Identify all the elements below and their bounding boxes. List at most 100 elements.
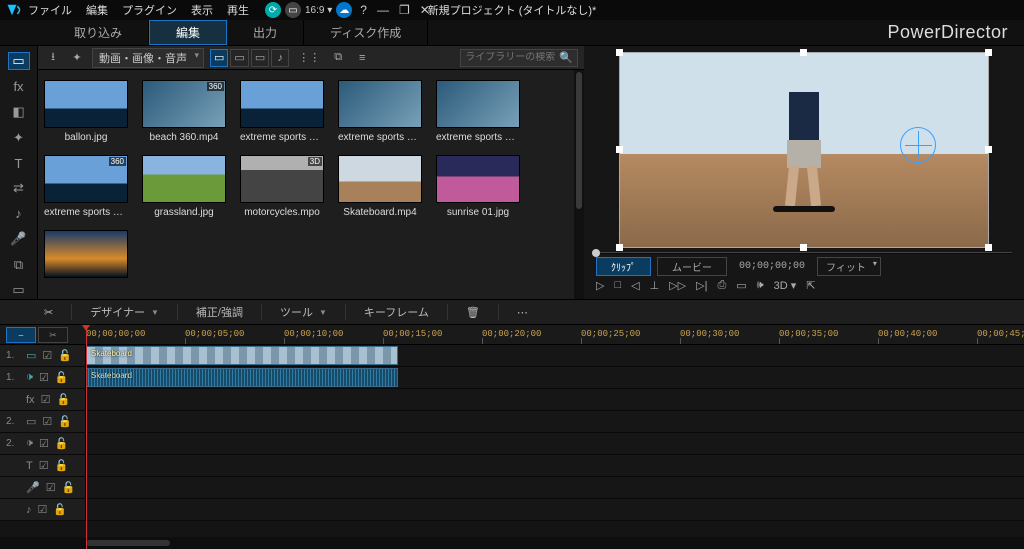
track-body[interactable] — [86, 477, 1024, 498]
search-input[interactable] — [465, 52, 555, 63]
media-item[interactable]: 360extreme sports 04... — [44, 155, 128, 218]
track-head[interactable]: 2.🕩☑🔓 — [0, 433, 86, 454]
title-room-icon[interactable]: T — [8, 154, 30, 171]
audio-room-icon[interactable]: ♪ — [8, 205, 30, 222]
media-item[interactable]: extreme sports 02... — [338, 80, 422, 143]
track-head[interactable]: 2.▭☑🔓 — [0, 411, 86, 432]
tl-tool-keyframe[interactable]: キーフレーム — [364, 304, 429, 320]
menu-play[interactable]: 再生 — [227, 2, 249, 18]
track-enable-icon[interactable]: ☑ — [42, 415, 52, 428]
handle-sw[interactable] — [616, 244, 623, 251]
handle-se[interactable] — [985, 244, 992, 251]
track-head[interactable]: 🎤☑🔓 — [0, 477, 86, 498]
track-lock-icon[interactable]: 🔓 — [58, 415, 72, 428]
tl-tool-trash[interactable]: ✂ — [44, 306, 53, 319]
sort-button[interactable]: ⋮⋮ — [295, 49, 323, 67]
view-all[interactable]: ▭ — [210, 49, 228, 67]
ruler-mode-clip[interactable]: ⎯ — [6, 327, 36, 343]
minimize-icon[interactable]: — — [377, 3, 389, 17]
track-body[interactable] — [86, 433, 1024, 454]
next-icon[interactable]: ▷| — [696, 279, 707, 292]
preview-mode-clip[interactable]: ｸﾘｯﾌﾟ — [596, 257, 651, 276]
transition-room-icon[interactable]: ⇄ — [8, 180, 30, 197]
badge-1-icon[interactable]: ⟳ — [265, 2, 281, 18]
handle-n[interactable] — [800, 49, 807, 56]
particle-room-icon[interactable]: ✦ — [8, 129, 30, 146]
handle-nw[interactable] — [616, 49, 623, 56]
tl-tool-delete[interactable]: 🗑 — [466, 306, 480, 319]
timeline-ruler[interactable]: ⎯ ✂ 00;00;00;0000;00;05;0000;00;10;0000;… — [0, 325, 1024, 345]
tl-tool-fix[interactable]: 補正/強調 — [196, 304, 243, 320]
menu-plugin[interactable]: プラグイン — [122, 2, 177, 18]
track-enable-icon[interactable]: ☑ — [46, 481, 56, 494]
track-enable-icon[interactable]: ☑ — [39, 437, 49, 450]
media-item[interactable]: grassland.jpg — [142, 155, 226, 218]
track-lock-icon[interactable]: 🔓 — [55, 437, 69, 450]
track-body[interactable] — [86, 455, 1024, 476]
media-item[interactable]: sunrise 01.jpg — [436, 155, 520, 218]
tl-tool-tool[interactable]: ツール▼ — [280, 304, 327, 320]
tab-disc[interactable]: ディスク作成 — [304, 20, 428, 45]
help-icon[interactable]: ? — [360, 3, 367, 17]
track-body[interactable]: Skateboard — [86, 345, 1024, 366]
track-lock-icon[interactable]: 🔓 — [55, 371, 69, 384]
pip-room-icon[interactable]: ◧ — [8, 103, 30, 120]
track-head[interactable]: fx☑🔓 — [0, 389, 86, 410]
ratio-label[interactable]: 16:9 ▾ — [305, 5, 332, 16]
track-head[interactable]: T☑🔓 — [0, 455, 86, 476]
badge-2-icon[interactable]: ▭ — [285, 2, 301, 18]
track-body[interactable] — [86, 499, 1024, 520]
track-enable-icon[interactable]: ☑ — [42, 349, 52, 362]
media-item[interactable]: extreme sports 03... — [436, 80, 520, 143]
preview-canvas[interactable] — [619, 52, 989, 248]
clip-audio[interactable]: Skateboard — [86, 368, 398, 387]
media-item[interactable]: 3Dmotorcycles.mpo — [240, 155, 324, 218]
track-body[interactable]: Skateboard — [86, 367, 1024, 388]
tab-capture[interactable]: 取り込み — [48, 20, 149, 45]
track-enable-icon[interactable]: ☑ — [39, 371, 49, 384]
view-video[interactable]: ▭ — [230, 49, 248, 67]
import-button[interactable]: ⭳ — [44, 49, 62, 67]
track-lock-icon[interactable]: 🔓 — [55, 459, 69, 472]
tab-produce[interactable]: 出力 — [227, 20, 304, 45]
track-body[interactable] — [86, 411, 1024, 432]
media-scrollbar[interactable] — [574, 70, 584, 299]
track-lock-icon[interactable]: 🔓 — [53, 503, 67, 516]
timeline-scrollbar[interactable] — [0, 537, 1024, 549]
preview-viewport[interactable] — [592, 52, 1016, 248]
voiceover-room-icon[interactable]: 🎤 — [8, 231, 30, 248]
track-enable-icon[interactable]: ☑ — [41, 393, 51, 406]
menu-view[interactable]: 表示 — [191, 2, 213, 18]
track-body[interactable] — [86, 389, 1024, 410]
media-filter-select[interactable]: 動画・画像・音声 — [92, 48, 204, 68]
track-enable-icon[interactable]: ☑ — [38, 503, 48, 516]
popout-icon[interactable]: ⇱ — [806, 279, 815, 292]
preview-fit-select[interactable]: フィット — [817, 257, 881, 276]
chapter-room-icon[interactable]: ⧉ — [8, 256, 30, 273]
media-item[interactable]: 360beach 360.mp4 — [142, 80, 226, 143]
handle-ne[interactable] — [985, 49, 992, 56]
tl-tool-more[interactable]: ⋯ — [517, 306, 528, 319]
track-lock-icon[interactable]: 🔓 — [58, 349, 72, 362]
loop-icon[interactable]: ▭ — [736, 279, 746, 292]
maximize-icon[interactable]: ❐ — [399, 3, 410, 17]
focus-target-icon[interactable] — [900, 127, 936, 163]
fx-room-icon[interactable]: fx — [8, 78, 30, 95]
track-lock-icon[interactable]: 🔓 — [56, 393, 70, 406]
prev-frame-icon[interactable]: ◁ — [631, 279, 639, 292]
fast-forward-icon[interactable]: ▷▷ — [669, 279, 686, 292]
library-menu-button[interactable]: ≡ — [353, 49, 371, 67]
volume-icon[interactable]: 🕪 — [757, 279, 764, 292]
view-audio[interactable]: ♪ — [271, 49, 289, 67]
cloud-icon[interactable]: ☁ — [336, 2, 352, 18]
snapshot-icon[interactable]: ⎙ — [717, 279, 726, 292]
playhead[interactable] — [86, 325, 87, 549]
handle-w[interactable] — [616, 146, 623, 153]
ruler-mode-movie[interactable]: ✂ — [38, 327, 68, 343]
search-icon[interactable]: 🔍 — [559, 51, 573, 64]
tl-tool-designer[interactable]: デザイナー▼ — [90, 304, 159, 320]
media-item[interactable] — [44, 230, 128, 282]
explorer-button[interactable]: ⧉ — [329, 49, 347, 67]
handle-e[interactable] — [985, 146, 992, 153]
track-enable-icon[interactable]: ☑ — [39, 459, 49, 472]
